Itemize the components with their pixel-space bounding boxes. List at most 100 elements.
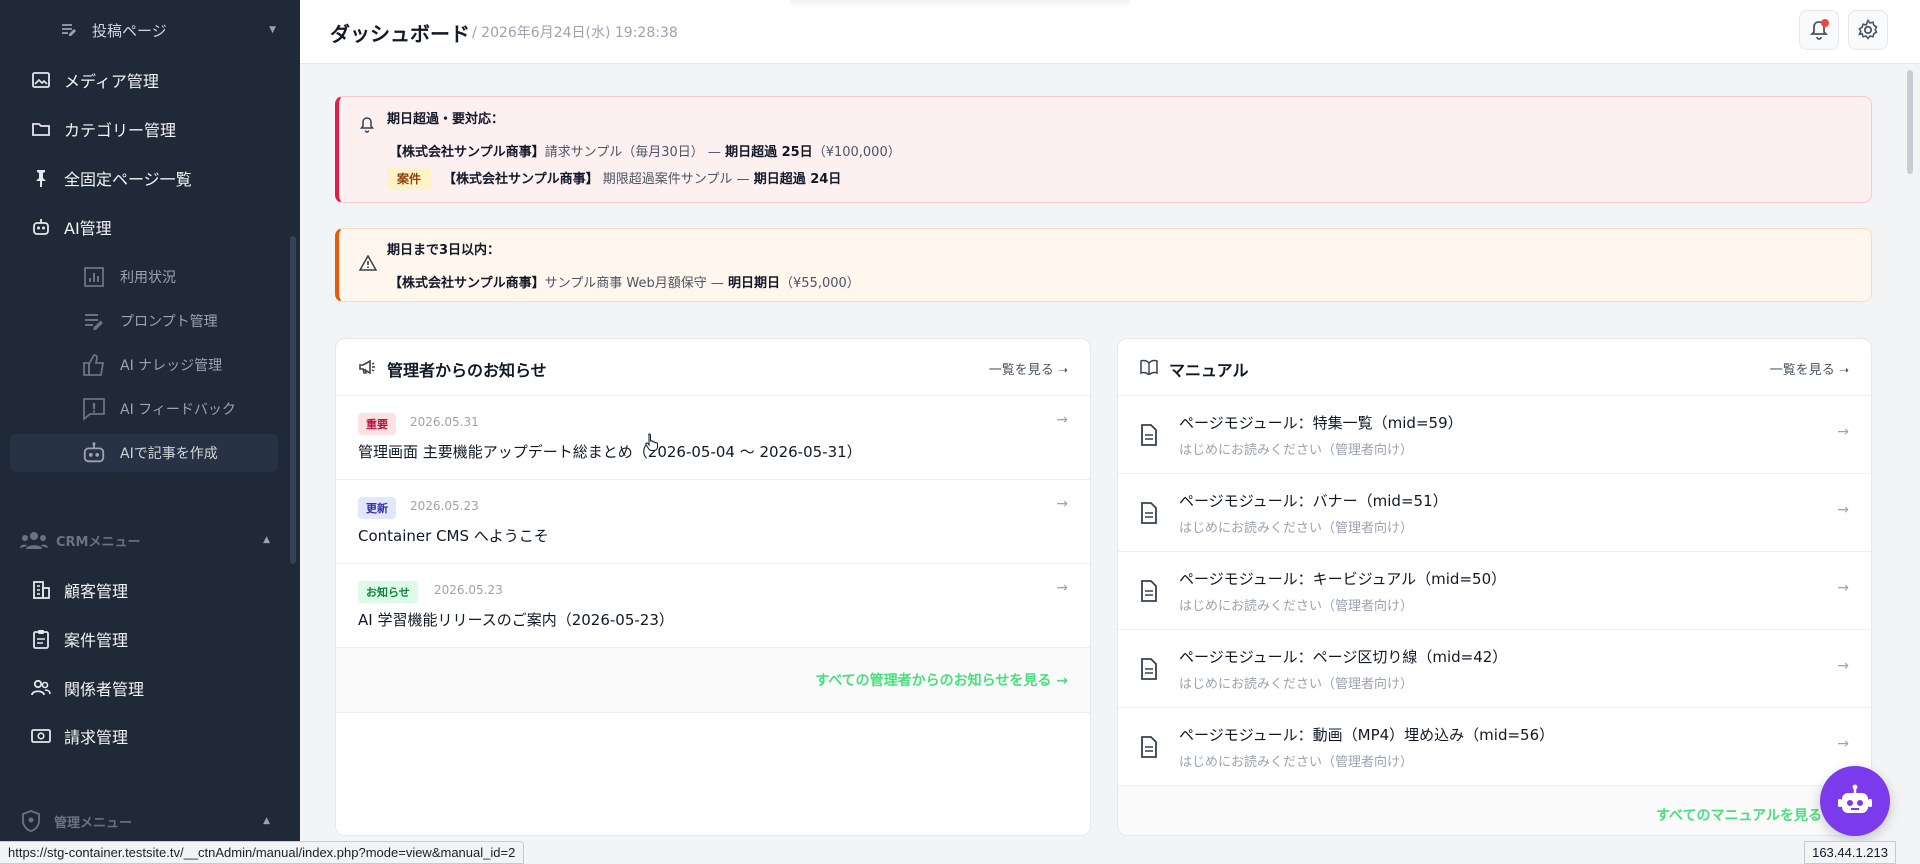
arrow-right-icon: →	[1837, 580, 1849, 596]
ip-address-badge: 163.44.1.213	[1804, 841, 1896, 864]
news-item[interactable]: 重要 2026.05.31 → 管理画面 主要機能アップデート総まとめ（2026…	[336, 396, 1090, 480]
manual-card: マニュアル 一覧を見る ➝ ページモジュール：特集一覧（mid=59） はじめに…	[1117, 338, 1872, 836]
sidebar-subitem-usage[interactable]: 利用状況	[0, 259, 290, 295]
money-icon	[30, 725, 52, 747]
arrow-right-icon: →	[1056, 496, 1068, 512]
arrow-right-icon: →	[1056, 580, 1068, 596]
building-icon	[30, 579, 52, 601]
image-icon	[30, 69, 52, 91]
document-icon	[1140, 580, 1158, 602]
sidebar-item-ai[interactable]: AI管理	[0, 207, 290, 247]
warning-icon	[359, 255, 377, 271]
robot-icon	[82, 441, 106, 465]
admin-news-card: 管理者からのお知らせ 一覧を見る ➝ 重要 2026.05.31 → 管理画面 …	[335, 338, 1091, 836]
chevron-down-icon[interactable]: ▼	[269, 25, 276, 35]
card-footer: すべての管理者からのお知らせを見る →	[336, 648, 1090, 713]
sidebar-item-contacts[interactable]: 関係者管理	[0, 668, 290, 708]
ai-assistant-button[interactable]	[1820, 766, 1890, 836]
book-icon	[1140, 359, 1158, 375]
news-title: AI 学習機能リリースのご案内（2026-05-23）	[358, 611, 674, 629]
document-icon	[1140, 736, 1158, 758]
sidebar-item-label: メディア管理	[64, 72, 159, 91]
megaphone-icon	[358, 359, 376, 375]
view-all-link[interactable]: 一覧を見る ➝	[1770, 359, 1849, 378]
chart-icon	[82, 265, 106, 289]
view-all-link[interactable]: 一覧を見る ➝	[989, 359, 1068, 378]
overdue-alert: 期日超過・要対応： 【株式会社サンプル商事】請求サンプル（毎月30日） — 期日…	[335, 96, 1872, 203]
people-icon	[30, 677, 52, 699]
sidebar-subitem-feedback[interactable]: AI フィードバック	[0, 391, 290, 427]
overdue-status: 期日超過 24日	[753, 172, 842, 187]
page-scrollbar[interactable]	[1907, 70, 1913, 174]
browser-status-url: https://stg-container.testsite.tv/__ctnA…	[0, 841, 525, 864]
notification-button[interactable]	[1799, 10, 1839, 50]
amount: （¥100,000）	[812, 145, 901, 160]
sidebar-item-deals[interactable]: 案件管理	[0, 619, 290, 659]
all-news-link[interactable]: すべての管理者からのお知らせを見る →	[815, 670, 1068, 690]
due-soon-item[interactable]: 【株式会社サンプル商事】サンプル商事 Web月額保守 — 明日期日（¥55,00…	[389, 272, 860, 291]
sidebar-item-label: カテゴリー管理	[64, 121, 177, 140]
sidebar-item-billing[interactable]: 請求管理	[0, 716, 290, 756]
news-title: Container CMS へようこそ	[358, 527, 549, 545]
dash: —	[710, 276, 724, 291]
top-header: ダッシュボード / 2026年6月24日(水) 19:28:38	[300, 0, 1920, 64]
arrow-right-icon: →	[1056, 412, 1068, 428]
all-manuals-link[interactable]: すべてのマニュアルを見る →	[1656, 805, 1839, 825]
sidebar-item-label: 請求管理	[64, 728, 129, 747]
card-footer: すべてのマニュアルを見る →	[1118, 786, 1871, 835]
manual-category: はじめにお読みください（管理者向け）	[1179, 599, 1414, 614]
sidebar-scrollbar[interactable]	[290, 236, 296, 564]
manual-item[interactable]: ページモジュール：ページ区切り線（mid=42） はじめにお読みください（管理者…	[1118, 630, 1871, 708]
dash: —	[736, 172, 750, 187]
manual-item[interactable]: ページモジュール：キービジュアル（mid=50） はじめにお読みください（管理者…	[1118, 552, 1871, 630]
hand-cursor-icon	[645, 433, 659, 455]
item-name: 期限超過案件サンプル	[602, 172, 733, 187]
top-popover-edge	[790, 0, 1130, 8]
current-datetime: / 2026年6月24日(水) 19:28:38	[472, 25, 678, 41]
sidebar-subitem-label: AI フィードバック	[120, 402, 236, 418]
arrow-right-icon: →	[1837, 658, 1849, 674]
sidebar-section-crm[interactable]: CRMメニュー ▲	[20, 525, 270, 555]
chevron-up-icon[interactable]: ▲	[263, 816, 270, 826]
sidebar-item-category[interactable]: カテゴリー管理	[0, 109, 290, 149]
card-title: マニュアル	[1169, 361, 1249, 380]
deal-tag: 案件	[387, 167, 432, 190]
overdue-item-deal[interactable]: 案件 【株式会社サンプル商事】 期限超過案件サンプル — 期日超過 24日	[387, 167, 841, 190]
robot-icon	[30, 216, 52, 238]
shield-icon	[20, 810, 42, 832]
news-item[interactable]: 更新 2026.05.23 → Container CMS へようこそ	[336, 480, 1090, 564]
manual-item[interactable]: ページモジュール：特集一覧（mid=59） はじめにお読みください（管理者向け）…	[1118, 396, 1871, 474]
amount: （¥55,000）	[780, 276, 860, 291]
notification-dot	[1821, 19, 1829, 27]
manual-title: ページモジュール：動画（MP4）埋め込み（mid=56）	[1179, 726, 1555, 744]
news-item[interactable]: お知らせ 2026.05.23 → AI 学習機能リリースのご案内（2026-0…	[336, 564, 1090, 648]
folder-icon	[30, 118, 52, 140]
sidebar-item-label: 投稿ページ	[92, 21, 167, 40]
overdue-item-invoice[interactable]: 【株式会社サンプル商事】請求サンプル（毎月30日） — 期日超過 25日（¥10…	[389, 141, 901, 160]
sidebar-subitem-label: プロンプト管理	[120, 314, 218, 330]
sidebar-subitem-ai-article[interactable]: AIで記事を作成	[10, 434, 278, 472]
sidebar-section-admin[interactable]: 管理メニュー ▲	[20, 806, 270, 836]
sidebar-item-media[interactable]: メディア管理	[0, 60, 290, 100]
sidebar-item-pages[interactable]: 全固定ページ一覧	[0, 158, 290, 198]
card-title: 管理者からのお知らせ	[387, 361, 547, 380]
sidebar-item-label: 顧客管理	[64, 582, 129, 601]
manual-category: はじめにお読みください（管理者向け）	[1179, 443, 1414, 458]
sidebar-subitem-prompt[interactable]: プロンプト管理	[0, 303, 290, 339]
due-status: 明日期日	[728, 276, 781, 291]
sidebar-item-customers[interactable]: 顧客管理	[0, 570, 290, 610]
overdue-status: 期日超過 25日	[725, 145, 813, 160]
sidebar: 投稿ページ ▼ メディア管理 カテゴリー管理 全固定ページ一覧 AI管理 利用状…	[0, 0, 300, 864]
people-icon	[20, 531, 48, 549]
settings-button[interactable]	[1848, 10, 1888, 50]
chevron-up-icon[interactable]: ▲	[263, 535, 270, 545]
manual-item[interactable]: ページモジュール：動画（MP4）埋め込み（mid=56） はじめにお読みください…	[1118, 708, 1871, 786]
manual-category: はじめにお読みください（管理者向け）	[1179, 677, 1414, 692]
sidebar-subitem-knowledge[interactable]: AI ナレッジ管理	[0, 347, 290, 383]
news-date: 2026.05.23	[434, 583, 503, 597]
edit-list-icon	[58, 19, 80, 41]
page-title: ダッシュボード	[330, 22, 470, 46]
sidebar-item-posts[interactable]: 投稿ページ ▼	[0, 10, 290, 50]
arrow-right-icon: →	[1837, 736, 1849, 752]
manual-item[interactable]: ページモジュール：バナー（mid=51） はじめにお読みください（管理者向け） …	[1118, 474, 1871, 552]
